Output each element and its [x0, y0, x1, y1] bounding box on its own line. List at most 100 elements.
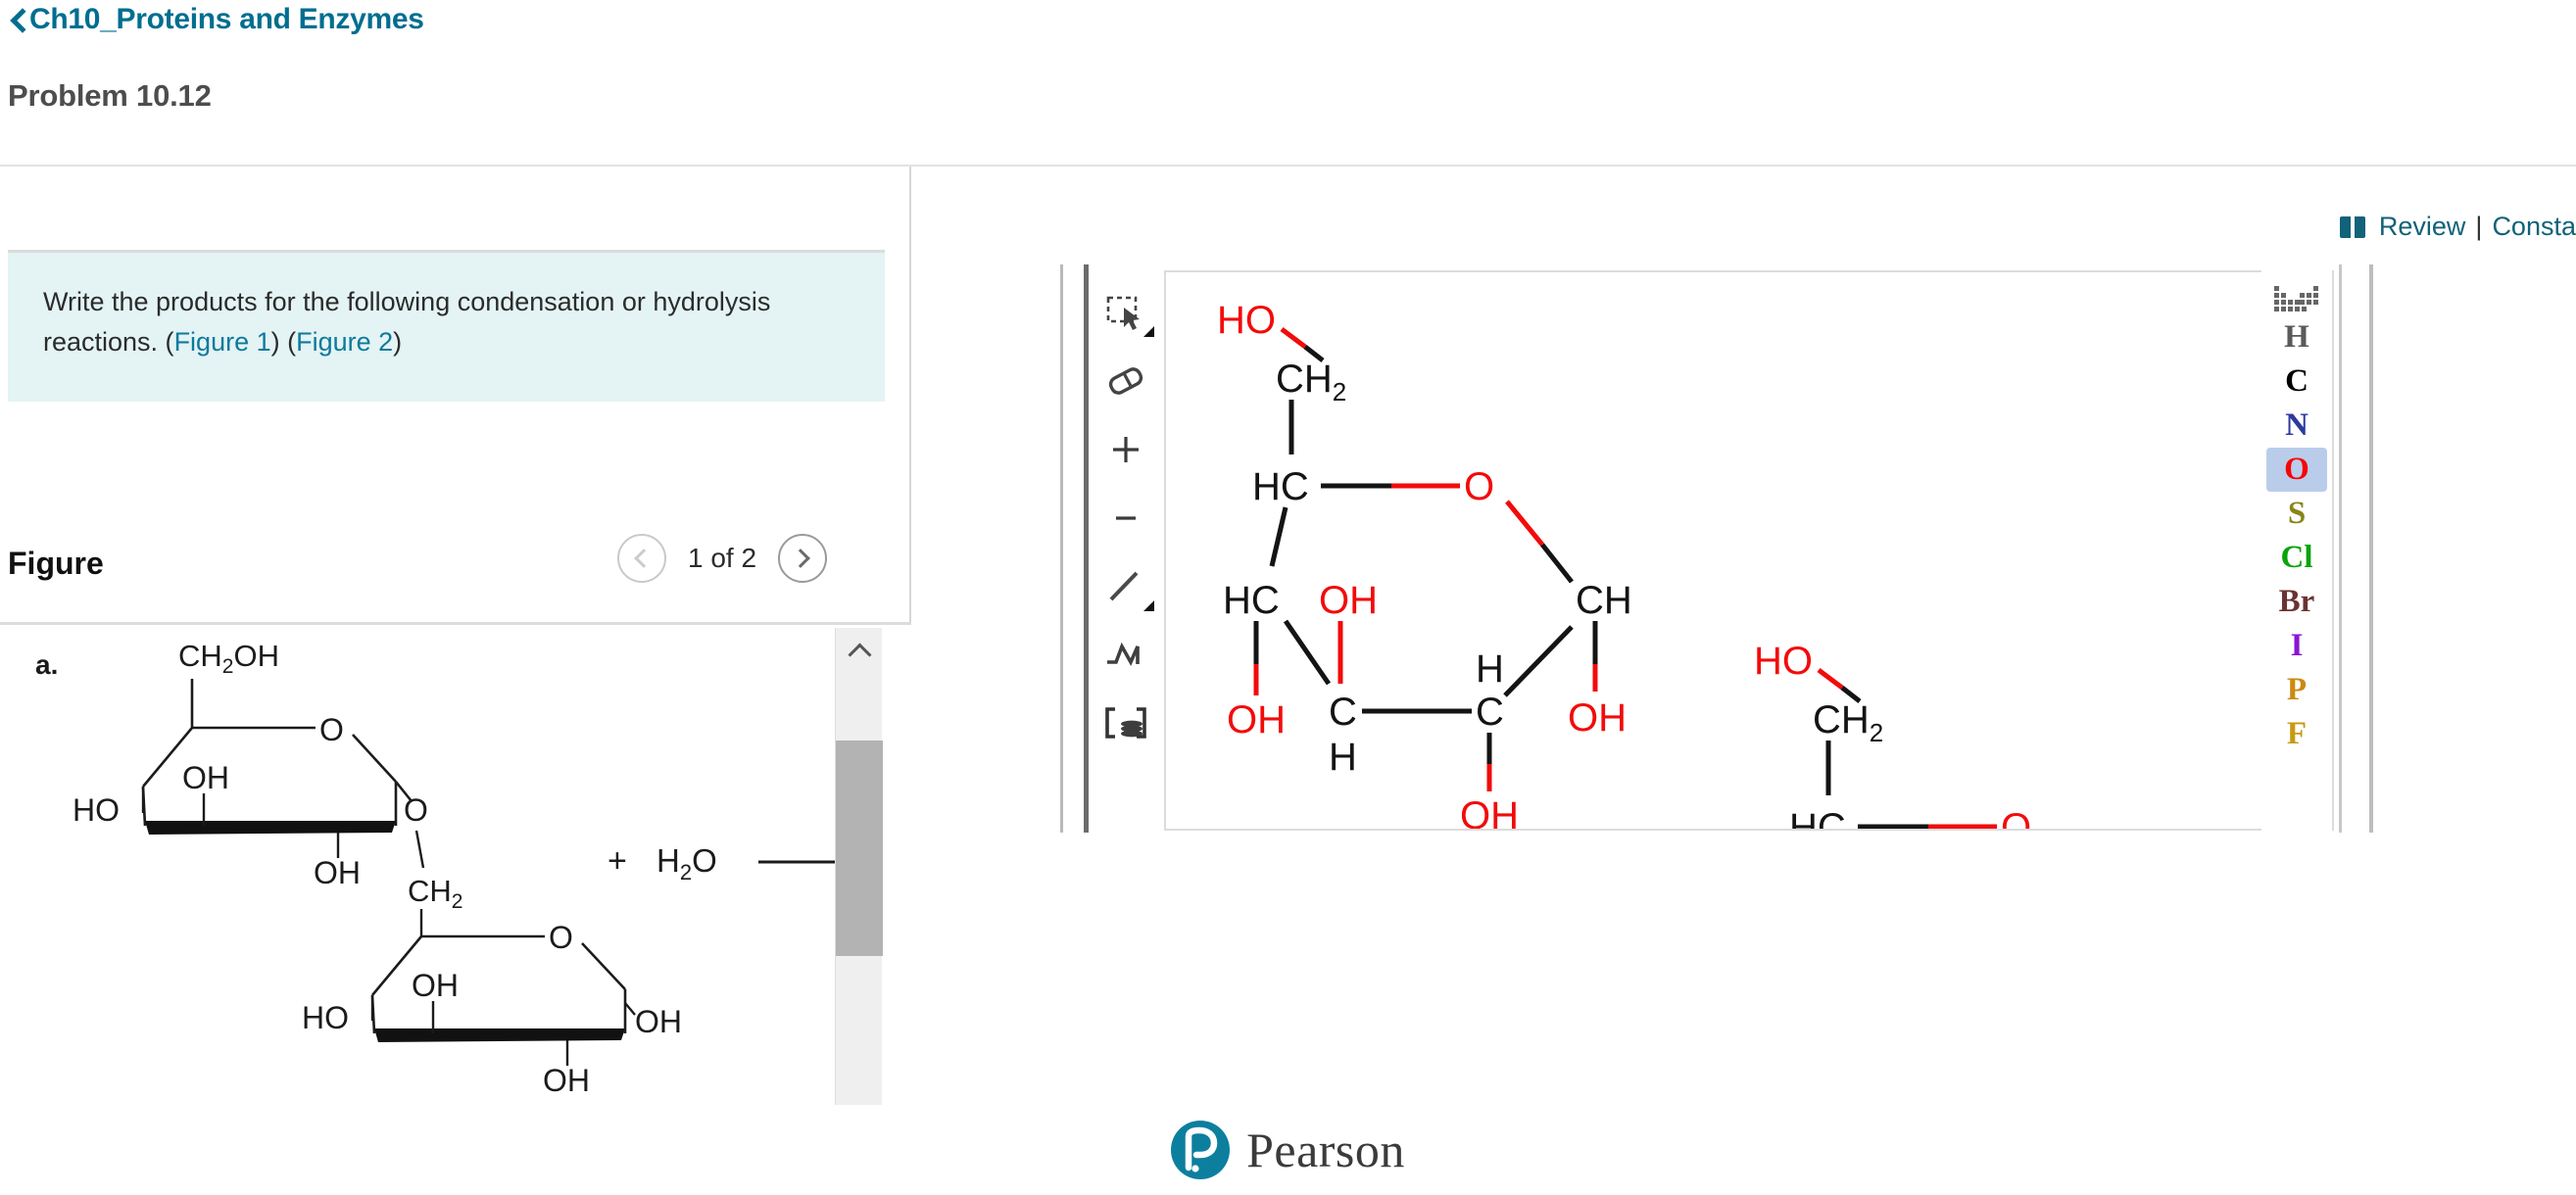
pearson-mark-icon — [1171, 1121, 1231, 1179]
element-palette: H C N O S Cl Br I P F — [2261, 264, 2332, 833]
minus-icon — [1116, 516, 1136, 520]
sketcher-toolbar — [1092, 264, 1160, 833]
periodic-table-icon[interactable] — [2272, 274, 2321, 315]
element-button-p[interactable]: P — [2266, 668, 2327, 712]
scrollbar-up-button[interactable] — [836, 628, 883, 675]
element-button-h[interactable]: H — [2266, 315, 2327, 359]
footer: Pearson — [0, 1105, 2576, 1195]
pearson-wordmark: Pearson — [1246, 1123, 1405, 1177]
constants-link[interactable]: Consta — [2492, 212, 2576, 242]
sketcher-right-rule-inner — [2339, 264, 2342, 833]
element-button-br[interactable]: Br — [2266, 580, 2327, 624]
element-label-h: H — [2284, 319, 2309, 355]
top-header: Ch10_Proteins and Enzymes Problem 10.12 — [0, 0, 2576, 167]
question-prompt-box: Write the products for the following con… — [8, 250, 885, 402]
figure-1-link[interactable]: Figure 1 — [174, 327, 271, 357]
chain-tool[interactable] — [1095, 621, 1156, 690]
m1-label-h-upper: H — [1476, 647, 1504, 691]
figure-pagination: 1 of 2 — [617, 534, 828, 583]
figure-section-label: Figure — [8, 546, 104, 581]
question-text-part1: Write the products for the following con… — [43, 287, 771, 357]
label-ring-o-bottom: O — [549, 920, 573, 955]
m1-label-oh-inner: OH — [1319, 579, 1378, 622]
select-lasso-tool[interactable] — [1095, 278, 1156, 347]
element-label-n: N — [2285, 407, 2309, 443]
element-button-s[interactable]: S — [2266, 492, 2327, 536]
charge-plus-tool[interactable] — [1095, 415, 1156, 484]
select-marquee-cursor-icon — [1106, 296, 1140, 330]
element-label-f: F — [2286, 716, 2308, 751]
m1-label-ho: HO — [1217, 299, 1276, 342]
question-text: Write the products for the following con… — [43, 282, 850, 362]
review-link[interactable]: Review — [2379, 212, 2466, 242]
template-tool[interactable] — [1095, 690, 1156, 758]
chevron-up-icon — [847, 643, 872, 667]
figure-page-indicator: 1 of 2 — [688, 543, 757, 573]
label-oh-top-inner: OH — [182, 760, 229, 795]
label-ring-o-top: O — [319, 712, 344, 747]
element-button-o[interactable]: O — [2266, 448, 2327, 492]
m1-label-ring-o: O — [1464, 465, 1494, 508]
breadcrumb-label: Ch10_Proteins and Enzymes — [29, 3, 424, 35]
single-bond-tool[interactable] — [1095, 552, 1156, 621]
figure-2-link[interactable]: Figure 2 — [296, 327, 393, 357]
molecule-sketcher: HO CH2 HC O CH HC OH OH C H H C OH OH HO… — [1060, 264, 2373, 833]
figure-header: Figure 1 of 2 — [0, 534, 911, 622]
figure-next-button[interactable] — [778, 534, 828, 583]
m1-label-ch-right: CH — [1576, 579, 1632, 622]
review-constants-bar: Review | Consta — [2339, 212, 2576, 242]
label-oh-bottom-right: OH — [635, 1004, 682, 1039]
sketcher-left-rule-outer — [1060, 264, 1063, 833]
sketcher-right-rule-outer — [2369, 264, 2373, 833]
plus-icon — [1113, 437, 1139, 462]
m1-label-oh-bottom: OH — [1460, 794, 1519, 831]
review-separator: | — [2475, 212, 2483, 241]
element-button-c[interactable]: C — [2266, 359, 2327, 404]
element-button-i[interactable]: I — [2266, 624, 2327, 668]
m1-label-h-bottom: H — [1329, 736, 1357, 779]
eraser-icon — [1108, 367, 1143, 395]
m2-label-hc-top: HC — [1789, 806, 1846, 831]
element-label-c: C — [2285, 363, 2309, 399]
left-panel: Write the products for the following con… — [0, 167, 911, 1195]
element-button-n[interactable]: N — [2266, 404, 2327, 448]
m1-label-hc-top: HC — [1252, 465, 1309, 508]
m1-label-oh-left: OH — [1227, 698, 1286, 741]
label-oh-bottom-lower: OH — [543, 1063, 590, 1098]
breadcrumb[interactable]: Ch10_Proteins and Enzymes — [8, 3, 424, 36]
eraser-tool[interactable] — [1095, 347, 1156, 415]
back-chevron-icon[interactable] — [8, 5, 27, 34]
single-bond-line-icon — [1109, 571, 1139, 601]
element-label-i: I — [2290, 628, 2304, 663]
charge-minus-tool[interactable] — [1095, 484, 1156, 552]
element-label-p: P — [2286, 672, 2308, 707]
label-ho-bottom: HO — [302, 1000, 349, 1035]
element-label-o: O — [2284, 452, 2309, 487]
book-icon — [2339, 215, 2365, 238]
label-oh-top-bottom: OH — [314, 855, 361, 890]
answer-panel: Review | Consta HO CH2 HC O CH HC OH OH … — [913, 167, 2576, 1195]
periodic-table-dots-icon — [2274, 286, 2318, 311]
template-brackets-stack-icon — [1105, 707, 1146, 739]
chain-zigzag-icon — [1107, 642, 1140, 667]
m2-label-ring-o: O — [2001, 806, 2031, 831]
reaction-plus: + — [608, 842, 627, 880]
page-title: Problem 10.12 — [8, 78, 212, 113]
label-ho-top: HO — [73, 792, 120, 828]
m1-label-oh-right: OH — [1568, 696, 1627, 740]
chevron-right-icon — [791, 549, 810, 568]
m2-label-ch2: CH2 — [1813, 698, 1883, 747]
sketcher-canvas[interactable]: HO CH2 HC O CH HC OH OH C H H C OH OH HO… — [1164, 270, 2334, 831]
element-label-br: Br — [2278, 584, 2315, 619]
drawn-molecules: HO CH2 HC O CH HC OH OH C H H C OH OH HO… — [1217, 299, 2031, 831]
figure-item-letter: a. — [35, 649, 58, 680]
element-button-f[interactable]: F — [2266, 712, 2327, 756]
element-label-cl: Cl — [2280, 540, 2313, 575]
m1-label-c-bottom-right: C — [1476, 691, 1504, 734]
label-ch2-bridge: CH2 — [408, 874, 462, 913]
element-button-cl[interactable]: Cl — [2266, 536, 2327, 580]
pearson-logo: Pearson — [1171, 1121, 1405, 1179]
m1-label-hc-left: HC — [1223, 579, 1280, 622]
figure-prev-button[interactable] — [617, 534, 666, 583]
scrollbar-thumb[interactable] — [836, 741, 883, 956]
